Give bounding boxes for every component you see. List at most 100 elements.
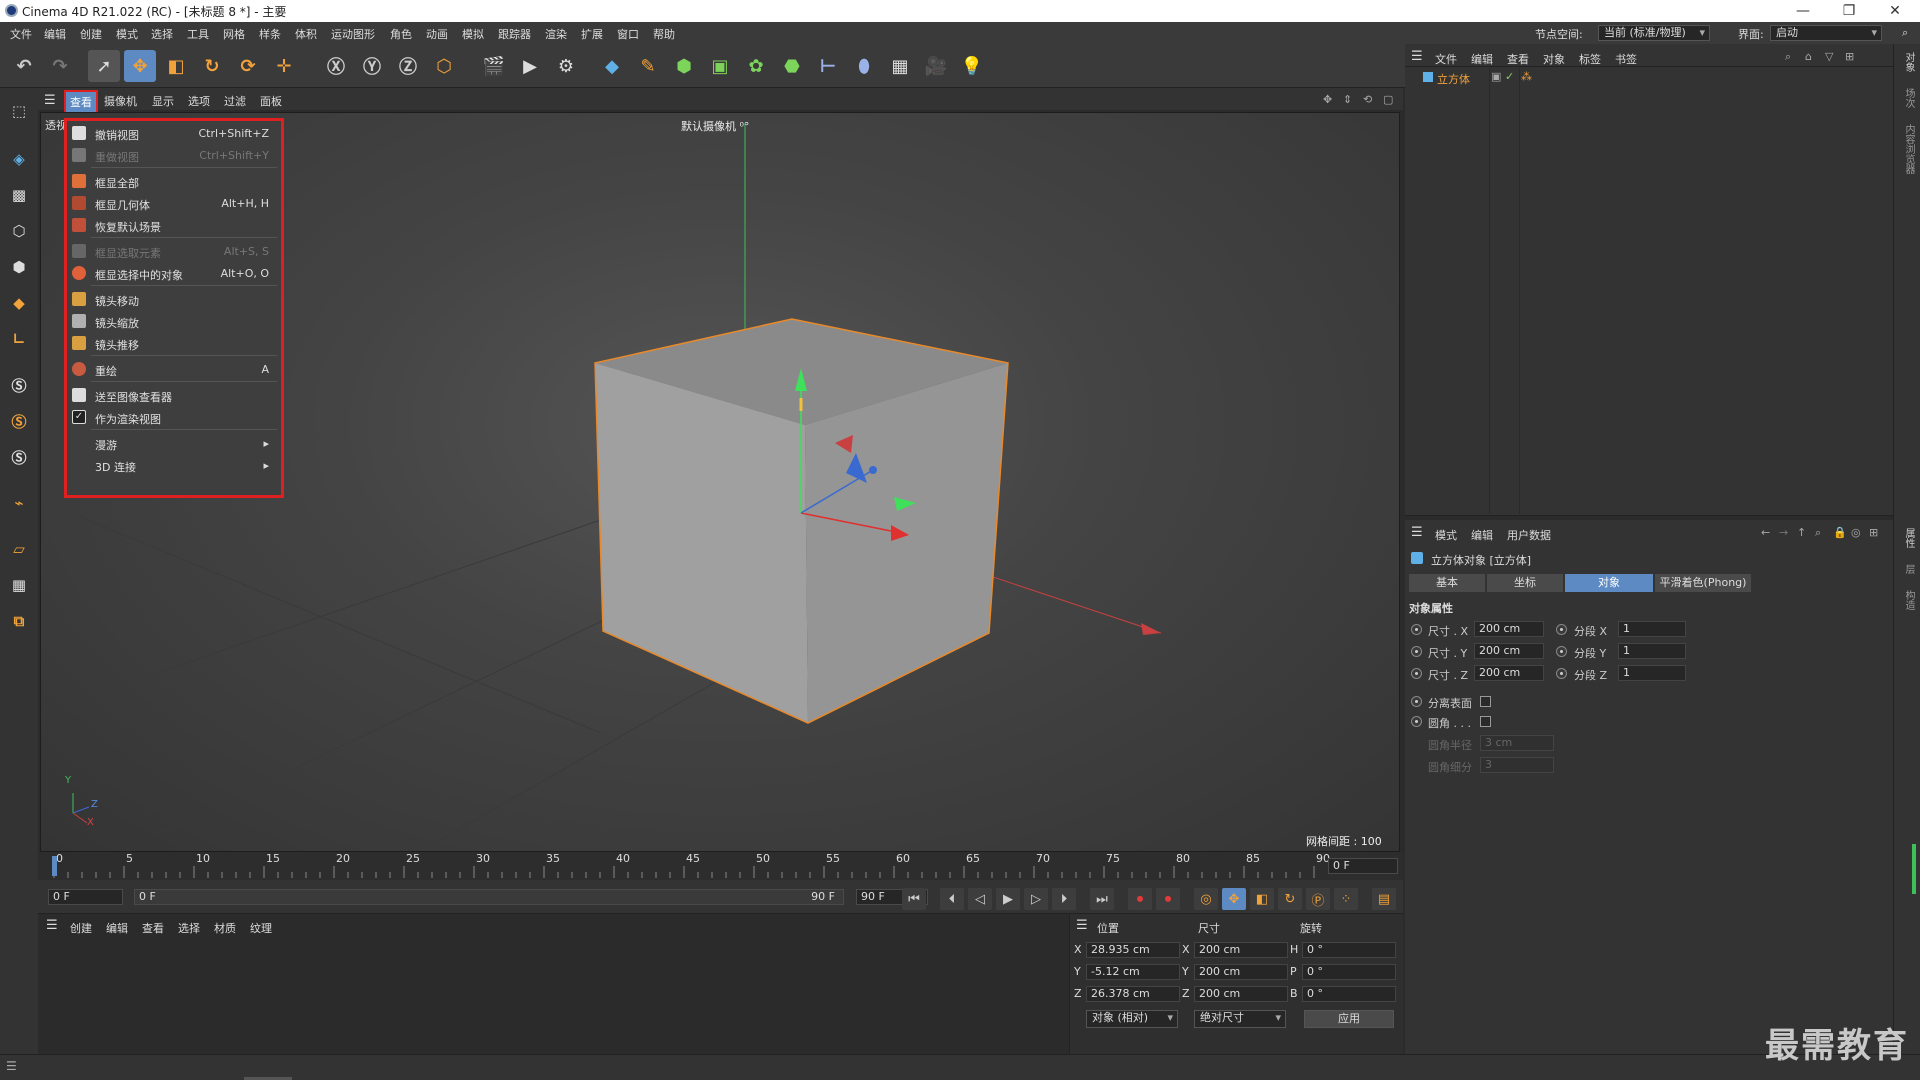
restore-button[interactable]: ❐ <box>1826 0 1872 22</box>
menu-help[interactable]: 帮助 <box>653 26 675 42</box>
y-axis-lock-icon[interactable]: Ⓨ <box>356 50 388 82</box>
anim-radio-icon[interactable] <box>1556 624 1567 635</box>
up-arrow-icon[interactable]: ↑ <box>1797 526 1806 539</box>
node-space-select[interactable]: 当前 (标准/物理) <box>1598 25 1710 41</box>
redo-icon[interactable]: ↷ <box>44 50 76 82</box>
menu-animate[interactable]: 动画 <box>426 26 448 42</box>
key-parameter-icon[interactable]: Ⓟ <box>1306 888 1330 910</box>
menu-file[interactable]: 文件 <box>10 26 32 42</box>
snap-icon[interactable]: ⌁ <box>4 488 34 518</box>
viewport-maximize-icon[interactable]: ▢ <box>1383 93 1393 106</box>
solo-hierarchy-icon[interactable]: Ⓢ <box>4 442 34 472</box>
size-x-field[interactable]: 200 cm <box>1474 621 1544 637</box>
menu-item-navigation[interactable]: 漫游 ▸ <box>67 433 281 453</box>
am-hamburger-icon[interactable]: ☰ <box>1411 525 1423 540</box>
floor-icon[interactable]: ▦ <box>884 50 916 82</box>
texture-mode-icon[interactable]: ▩ <box>4 180 34 210</box>
scale-tool-icon[interactable]: ◧ <box>160 50 192 82</box>
material-menu-view[interactable]: 查看 <box>142 920 164 936</box>
material-hamburger-icon[interactable]: ☰ <box>46 918 58 933</box>
menu-mograph[interactable]: 运动图形 <box>331 26 375 42</box>
previous-frame-icon[interactable]: ◁ <box>968 888 992 910</box>
om-menu-file[interactable]: 文件 <box>1435 51 1457 67</box>
lock-icon[interactable]: 🔒 <box>1833 526 1847 539</box>
menu-extensions[interactable]: 扩展 <box>581 26 603 42</box>
pos-y-field[interactable]: -5.12 cm <box>1086 964 1180 980</box>
menu-item-frame-geometry[interactable]: 框显几何体 Alt+H, H <box>67 193 281 213</box>
menu-select[interactable]: 选择 <box>151 26 173 42</box>
om-menu-tags[interactable]: 标签 <box>1579 51 1601 67</box>
menu-render[interactable]: 渲染 <box>545 26 567 42</box>
anim-radio-icon[interactable] <box>1556 646 1567 657</box>
scroll-indicator[interactable] <box>1912 844 1916 894</box>
viewport-hamburger-icon[interactable]: ☰ <box>44 93 56 108</box>
apply-button[interactable]: 应用 <box>1304 1010 1394 1028</box>
om-menu-bookmarks[interactable]: 书签 <box>1615 51 1637 67</box>
anim-radio-icon[interactable] <box>1411 668 1422 679</box>
am-search-icon[interactable]: ⌕ <box>1815 526 1821 540</box>
play-icon[interactable]: ▶ <box>996 888 1020 910</box>
om-menu-edit[interactable]: 编辑 <box>1471 51 1493 67</box>
menu-tools[interactable]: 工具 <box>187 26 209 42</box>
next-key-icon[interactable]: ⏵ <box>1052 888 1076 910</box>
size-x-field[interactable]: 200 cm <box>1194 942 1288 958</box>
keyframe-selection-icon[interactable]: ◎ <box>1194 888 1218 910</box>
cloner-icon[interactable]: ⬣ <box>776 50 808 82</box>
camera-icon[interactable]: 🎥 <box>920 50 952 82</box>
menu-item-3d-connexion[interactable]: 3D 连接 ▸ <box>67 455 281 475</box>
go-to-end-icon[interactable]: ⏭ <box>1090 888 1114 910</box>
array-icon[interactable]: ▣ <box>704 50 736 82</box>
range-slider[interactable]: 0 F 90 F <box>134 889 844 905</box>
select-tool-icon[interactable]: ➚ <box>88 50 120 82</box>
material-menu-edit[interactable]: 编辑 <box>106 920 128 936</box>
pen-spline-icon[interactable]: ✎ <box>632 50 664 82</box>
tab-takes-vertical[interactable]: 场次 <box>1901 88 1916 108</box>
size-y-field[interactable]: 200 cm <box>1474 643 1544 659</box>
material-menu-material[interactable]: 材质 <box>214 920 236 936</box>
move-tool-icon[interactable]: ✥ <box>124 50 156 82</box>
subdivision-icon[interactable]: ⬢ <box>668 50 700 82</box>
mograph-cloner-icon[interactable]: ✿ <box>740 50 772 82</box>
key-rotation-icon[interactable]: ↻ <box>1278 888 1302 910</box>
rotate-tool-icon[interactable]: ↻ <box>196 50 228 82</box>
menu-item-as-render-view[interactable]: ✓ 作为渲染视图 <box>67 407 281 427</box>
key-pla-icon[interactable]: ⁘ <box>1334 888 1358 910</box>
phong-tag-icon[interactable]: ⁂ <box>1521 70 1532 83</box>
menu-mesh[interactable]: 网格 <box>223 26 245 42</box>
menu-item-frame-all[interactable]: 框显全部 <box>67 171 281 191</box>
tab-structure-vertical[interactable]: 构造 <box>1901 590 1916 610</box>
am-menu-userdata[interactable]: 用户数据 <box>1507 527 1551 543</box>
visibility-check-icon[interactable]: ✓ <box>1505 70 1514 83</box>
menu-item-frame-selected-objects[interactable]: 框显选择中的对象 Alt+O, O <box>67 263 281 283</box>
segments-x-field[interactable]: 1 <box>1618 621 1686 637</box>
material-menu-select[interactable]: 选择 <box>178 920 200 936</box>
menu-cameras[interactable]: 摄像机 <box>104 93 137 109</box>
menu-view[interactable]: 查看 <box>64 90 98 114</box>
z-axis-lock-icon[interactable]: Ⓩ <box>392 50 424 82</box>
minimize-button[interactable]: — <box>1780 0 1826 22</box>
back-arrow-icon[interactable]: ← <box>1761 526 1770 539</box>
render-view-icon[interactable]: 🎬 <box>478 50 510 82</box>
menu-window[interactable]: 窗口 <box>617 26 639 42</box>
tab-objects-vertical[interactable]: 对象 <box>1901 52 1916 72</box>
pos-x-field[interactable]: 28.935 cm <box>1086 942 1180 958</box>
tab-coordinates[interactable]: 坐标 <box>1487 574 1563 592</box>
go-to-start-icon[interactable]: ⏮ <box>902 888 926 910</box>
field-icon[interactable]: ⬮ <box>848 50 880 82</box>
key-position-icon[interactable]: ✥ <box>1222 888 1246 910</box>
menu-panel[interactable]: 面板 <box>260 93 282 109</box>
menu-item-redraw[interactable]: 重绘 A <box>67 359 281 379</box>
anim-radio-icon[interactable] <box>1411 696 1422 707</box>
pos-z-field[interactable]: 26.378 cm <box>1086 986 1180 1002</box>
record-icon[interactable]: ⏺ <box>1128 888 1152 910</box>
key-scale-icon[interactable]: ◧ <box>1250 888 1274 910</box>
object-row-cube[interactable]: 立方体 ▣ ✓ ⁂ <box>1409 70 1889 86</box>
om-home-icon[interactable]: ⌂ <box>1805 50 1812 63</box>
light-icon[interactable]: 💡 <box>956 50 988 82</box>
tab-phong[interactable]: 平滑着色(Phong) <box>1655 574 1751 592</box>
viewport-move-icon[interactable]: ✥ <box>1323 93 1332 106</box>
coordinate-mode-select[interactable]: 对象 (相对) <box>1086 1010 1178 1028</box>
menu-simulate[interactable]: 模拟 <box>462 26 484 42</box>
cube-object-icon[interactable]: ◆ <box>596 50 628 82</box>
timeline-ruler[interactable]: 0 5 10 15 20 25 30 35 40 45 50 55 60 65 70 75 80 85 90 0 F <box>38 852 1403 880</box>
